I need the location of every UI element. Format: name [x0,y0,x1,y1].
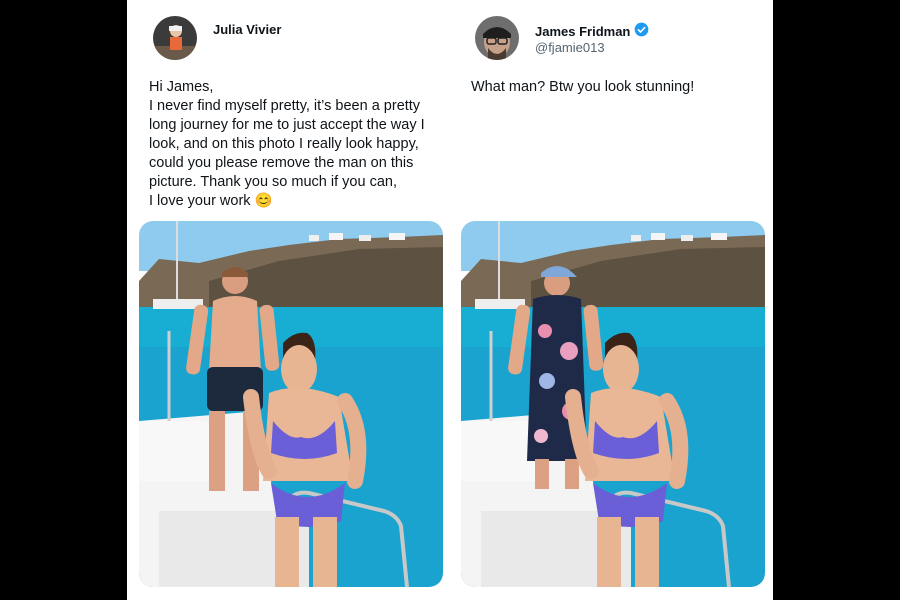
avatar[interactable] [153,16,197,60]
tweet-photo[interactable] [461,221,765,587]
avatar[interactable] [475,16,519,60]
tweet-line: long journey for me to just accept the w… [149,117,425,133]
tweet-line: picture. Thank you so much if you can, [149,174,397,190]
tweet-line: I love your work 😊 [149,193,273,209]
tweet-photo[interactable] [139,221,443,587]
tweet-line: look, and on this photo I really look ha… [149,136,419,152]
tweet-text: Hi James, I never find myself pretty, it… [149,78,441,211]
tweet-line: I never find myself pretty, it’s been a … [149,98,421,114]
tweet-line: Hi James, [149,79,214,95]
author-name[interactable]: Julia Vivier [213,22,281,37]
right-tweet: James Fridman @fjamie013 What man? Btw y… [449,0,769,600]
tweet-line: could you please remove the man on this [149,155,414,171]
tweet-text: What man? Btw you look stunning! [471,79,695,95]
left-tweet: Julia Vivier Hi James, I never find myse… [127,0,447,600]
meme-panel: Julia Vivier Hi James, I never find myse… [127,0,773,600]
author-name-text[interactable]: James Fridman [535,24,630,39]
author-handle[interactable]: @fjamie013 [535,40,605,55]
verified-badge-icon [634,22,649,40]
author-name[interactable]: James Fridman [535,22,649,40]
